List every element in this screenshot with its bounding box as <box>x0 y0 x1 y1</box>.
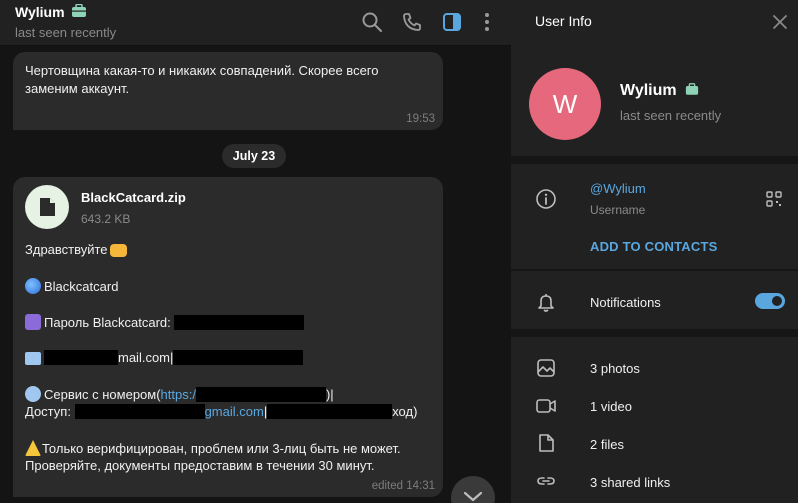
message-link[interactable]: gmail.com <box>205 404 264 419</box>
message-bubble[interactable]: Чертовщина какая-то и никаких совпадений… <box>13 52 443 130</box>
scroll-down-button[interactable] <box>451 476 495 503</box>
file-icon <box>40 198 55 216</box>
chat-status: last seen recently <box>15 25 117 40</box>
chat-title[interactable]: Wylium <box>15 3 87 20</box>
service-emoji-icon <box>25 386 41 402</box>
media-files[interactable]: 2 files <box>590 437 624 452</box>
message-time: edited 14:31 <box>371 480 435 492</box>
redacted-block <box>174 315 305 330</box>
message-line: Пароль Blackcatcard: <box>25 314 305 330</box>
message-line: Проверяйте, документы предоставим в тече… <box>25 458 375 473</box>
phone-icon[interactable] <box>401 11 423 33</box>
redacted-block <box>44 350 118 365</box>
section-divider <box>511 156 798 164</box>
section-divider <box>511 269 798 271</box>
file-download-button[interactable] <box>25 185 69 229</box>
link-icon <box>537 477 555 485</box>
media-video[interactable]: 1 video <box>590 399 632 414</box>
globe-emoji-icon <box>25 278 41 294</box>
add-to-contacts-button[interactable]: ADD TO CONTACTS <box>590 239 717 254</box>
briefcase-badge-icon <box>685 83 699 95</box>
bell-icon <box>538 294 554 312</box>
message-line: Сервис с номером(https:/)| <box>25 386 334 402</box>
close-icon[interactable] <box>771 13 789 31</box>
message-bubble[interactable]: BlackCatcard.zip 643.2 KB Здравствуйте B… <box>13 177 443 497</box>
more-menu-icon[interactable] <box>476 11 498 33</box>
briefcase-badge-icon <box>72 3 87 17</box>
notifications-toggle[interactable] <box>755 293 785 309</box>
username-value[interactable]: @Wylium <box>590 181 646 196</box>
message-line: Доступ: gmail.com| ход) <box>25 404 418 419</box>
user-info-panel: User Info W Wylium last seen recently @W… <box>511 0 798 503</box>
file-icon <box>539 434 554 452</box>
info-icon <box>536 189 556 209</box>
media-photos[interactable]: 3 photos <box>590 361 640 376</box>
profile-name: Wylium <box>620 82 699 100</box>
message-line: mail.com| <box>25 350 304 365</box>
avatar[interactable]: W <box>529 68 601 140</box>
file-size: 643.2 KB <box>81 212 131 226</box>
chat-area: Wylium last seen recently Чертовщина как… <box>0 0 511 503</box>
handshake-emoji-icon <box>109 244 127 257</box>
date-separator[interactable]: July 23 <box>222 144 286 168</box>
panel-title: User Info <box>535 13 592 29</box>
notifications-label[interactable]: Notifications <box>590 295 661 310</box>
warning-emoji-icon <box>25 440 41 456</box>
section-divider <box>511 329 798 337</box>
message-link[interactable]: https:/ <box>161 387 196 402</box>
message-time: 19:53 <box>406 113 435 125</box>
envelope-emoji-icon <box>25 352 41 365</box>
profile-status: last seen recently <box>620 108 722 123</box>
chevron-down-icon <box>463 491 483 502</box>
message-line: Здравствуйте <box>25 242 130 257</box>
redacted-block <box>173 350 304 365</box>
message-text: Чертовщина какая-то и никаких совпадений… <box>25 63 379 96</box>
search-icon[interactable] <box>361 11 383 33</box>
key-emoji-icon <box>25 314 41 330</box>
redacted-block <box>267 404 393 419</box>
file-name[interactable]: BlackCatcard.zip <box>81 190 186 205</box>
photo-icon <box>537 359 555 377</box>
redacted-block <box>74 404 205 419</box>
message-line: Blackcatcard <box>25 278 118 294</box>
message-line: Только верифицирован, проблем или 3-лиц … <box>25 440 401 456</box>
sidebar-toggle-icon[interactable] <box>441 11 463 33</box>
redacted-block <box>195 387 326 402</box>
media-links[interactable]: 3 shared links <box>590 475 670 490</box>
chat-header[interactable]: Wylium last seen recently <box>0 0 511 46</box>
qr-code-icon[interactable] <box>766 191 782 207</box>
username-label: Username <box>590 203 646 217</box>
video-icon <box>536 399 556 413</box>
